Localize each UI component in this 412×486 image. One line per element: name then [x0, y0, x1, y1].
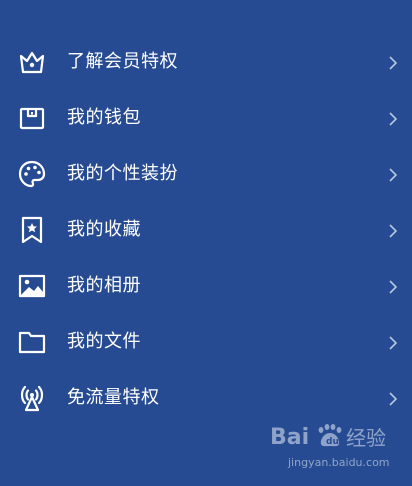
menu-item-favorites[interactable]: 我的收藏: [0, 202, 412, 258]
baidu-jingyan-watermark: Bai du 经验 jingyan.baidu.com: [270, 418, 400, 476]
chevron-right-icon: [388, 280, 398, 294]
folder-icon: [17, 327, 47, 357]
menu-item-label: 我的文件: [67, 331, 141, 352]
chevron-right-icon: [388, 112, 398, 126]
chevron-right-icon: [388, 392, 398, 406]
broadcast-icon: [17, 383, 47, 413]
side-menu: 了解会员特权 我的钱包 我的个性装扮 我的收藏 我的相册 我的文件 免流量特权: [0, 34, 412, 426]
chevron-right-icon: [388, 56, 398, 70]
watermark-url: jingyan.baidu.com: [288, 456, 390, 469]
chevron-right-icon: [388, 168, 398, 182]
palette-icon: [17, 159, 47, 189]
svg-text:经验: 经验: [346, 426, 386, 450]
menu-item-wallet[interactable]: 我的钱包: [0, 90, 412, 146]
menu-item-label: 我的相册: [67, 275, 141, 296]
svg-text:du: du: [326, 437, 339, 447]
chevron-right-icon: [388, 336, 398, 350]
menu-item-label: 我的钱包: [67, 107, 141, 128]
baidu-paw-logo: Bai du 经验: [270, 418, 400, 454]
menu-item-files[interactable]: 我的文件: [0, 314, 412, 370]
crown-icon: [17, 47, 47, 77]
chevron-right-icon: [388, 224, 398, 238]
menu-item-album[interactable]: 我的相册: [0, 258, 412, 314]
menu-item-label: 了解会员特权: [67, 51, 178, 72]
bookmark-star-icon: [17, 215, 47, 245]
menu-item-label: 我的个性装扮: [67, 163, 178, 184]
wallet-icon: [17, 103, 47, 133]
menu-item-vip-privileges[interactable]: 了解会员特权: [0, 34, 412, 90]
svg-text:Bai: Bai: [270, 425, 309, 450]
menu-item-label: 我的收藏: [67, 219, 141, 240]
menu-item-label: 免流量特权: [67, 387, 160, 408]
image-icon: [17, 271, 47, 301]
menu-item-personal-theme[interactable]: 我的个性装扮: [0, 146, 412, 202]
